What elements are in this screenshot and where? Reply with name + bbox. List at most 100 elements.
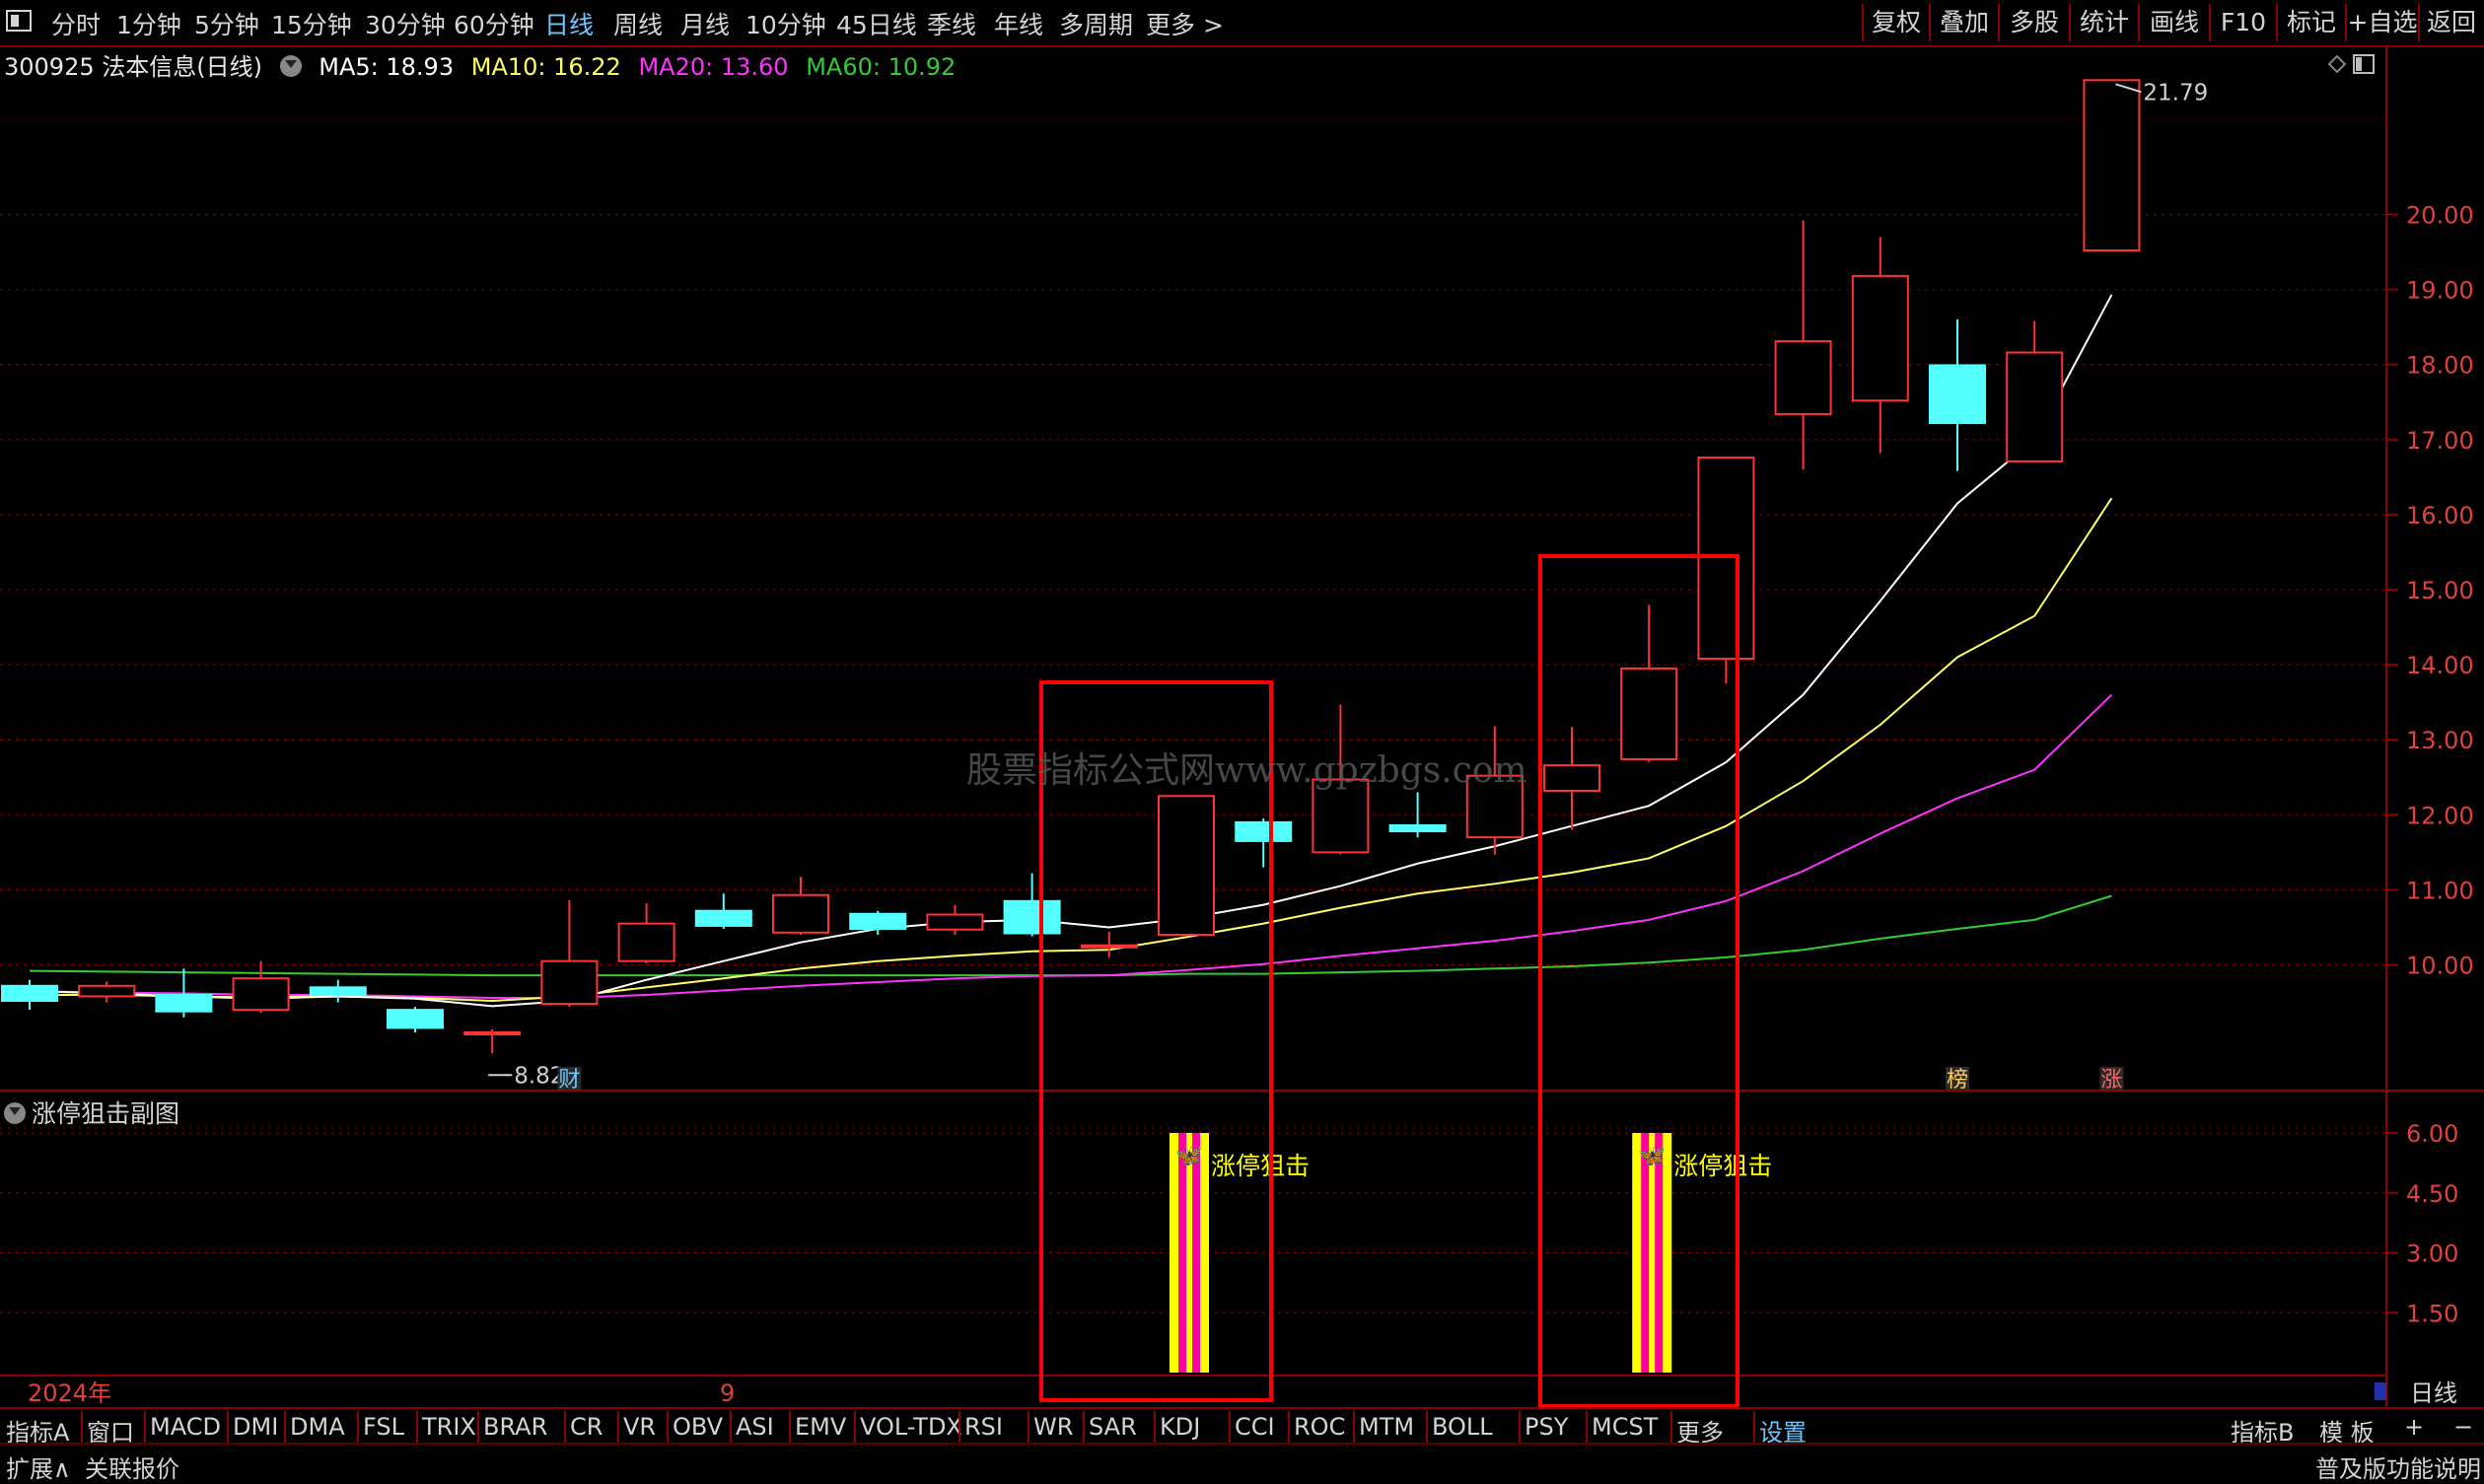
period-tab-6[interactable]: 日线	[544, 6, 594, 41]
indicator-tab-19[interactable]: ROC	[1294, 1413, 1345, 1441]
indicator-tab-14[interactable]: RSI	[964, 1413, 1003, 1441]
diamond-icon[interactable]	[2327, 54, 2347, 74]
candle-body[interactable]	[540, 959, 599, 1006]
candle-body[interactable]	[155, 993, 213, 1013]
period-tab-8[interactable]: 月线	[680, 6, 730, 41]
candle-body[interactable]	[1851, 274, 1909, 402]
candle-body[interactable]	[926, 913, 984, 931]
indicator-tab-23[interactable]: MCST	[1592, 1413, 1658, 1441]
edition-help-link[interactable]: 普及版功能说明	[2315, 1449, 2481, 1484]
candle-body[interactable]	[617, 922, 675, 962]
indicator-tab-4[interactable]: DMA	[290, 1413, 345, 1441]
candle-body[interactable]	[78, 984, 136, 998]
candle-body[interactable]	[772, 893, 829, 934]
toolbar-button-4[interactable]: 画线	[2138, 4, 2209, 41]
indicator-right-3[interactable]: −	[2453, 1413, 2473, 1441]
indicator-tab-7[interactable]: BRAR	[483, 1413, 547, 1441]
sub-tick-label: 6.00	[2406, 1120, 2458, 1148]
period-tab-14[interactable]: 更多 >	[1146, 6, 1224, 41]
period-label: 日线	[2410, 1379, 2457, 1407]
indicator-tab-17[interactable]: KDJ	[1160, 1413, 1200, 1441]
indicator-tab-3[interactable]: DMI	[233, 1413, 278, 1441]
tab-separator	[564, 1411, 566, 1443]
candlestick-chart[interactable]: 20.00 19.00 18.00 17.00 16.00 15.00 14.00 13.00…	[0, 45, 2484, 1407]
sub-tick-label: 3.00	[2406, 1240, 2458, 1268]
indicator-tab-15[interactable]: WR	[1033, 1413, 1073, 1441]
candle-body[interactable]	[849, 912, 907, 930]
candle-body[interactable]	[1003, 899, 1061, 935]
candle-body[interactable]	[1235, 820, 1293, 842]
sub-chart-title[interactable]: 涨停狙击副图	[4, 1095, 179, 1130]
candle-body[interactable]	[1543, 764, 1600, 792]
indicator-tab-22[interactable]: PSY	[1525, 1413, 1568, 1441]
toolbar-button-6[interactable]: 标记	[2276, 4, 2345, 41]
price-tick-label: 20.00	[2406, 202, 2474, 230]
indicator-tab-5[interactable]: FSL	[363, 1413, 404, 1441]
indicator-tab-21[interactable]: BOLL	[1432, 1413, 1493, 1441]
sub-dropdown-icon[interactable]	[4, 1102, 26, 1124]
tab-separator	[1519, 1411, 1521, 1443]
candle-body[interactable]	[387, 1009, 444, 1029]
period-tab-7[interactable]: 周线	[613, 6, 663, 41]
expand-button[interactable]: 扩展∧	[6, 1449, 71, 1484]
indicator-right-2[interactable]: +	[2404, 1413, 2424, 1441]
candle-body[interactable]	[1388, 823, 1447, 833]
toolbar-button-2[interactable]: 多股	[1998, 4, 2069, 41]
indicator-tab-11[interactable]: ASI	[736, 1413, 774, 1441]
indicator-tab-20[interactable]: MTM	[1359, 1413, 1414, 1441]
watermark: 股票指标公式网www.gpzbgs.com	[966, 750, 1527, 791]
candle-body[interactable]	[1080, 944, 1138, 949]
maximize-icon-fill	[2356, 57, 2362, 71]
period-tab-10[interactable]: 45日线	[836, 6, 917, 41]
period-tab-2[interactable]: 5分钟	[194, 6, 259, 41]
tab-separator	[1028, 1411, 1029, 1443]
indicator-tab-12[interactable]: EMV	[795, 1413, 846, 1441]
candle-body[interactable]	[694, 909, 752, 927]
period-tab-12[interactable]: 年线	[994, 6, 1043, 41]
toolbar-button-1[interactable]: 叠加	[1929, 4, 1998, 41]
candle-body[interactable]	[1929, 364, 1986, 425]
candle-body[interactable]	[1620, 667, 1678, 760]
period-tab-0[interactable]: 分时	[51, 6, 101, 41]
indicator-tab-6[interactable]: TRIX	[422, 1413, 476, 1441]
x-label-year: 2024年	[28, 1379, 111, 1407]
linked-quote-button[interactable]: 关联报价	[85, 1449, 179, 1484]
candle-body[interactable]	[1697, 457, 1755, 661]
period-tab-13[interactable]: 多周期	[1059, 6, 1133, 41]
candle-body[interactable]	[463, 1030, 522, 1035]
toolbar-button-3[interactable]: 统计	[2069, 4, 2138, 41]
period-tab-9[interactable]: 10分钟	[745, 6, 826, 41]
tab-separator	[1670, 1411, 1672, 1443]
candle-body[interactable]	[309, 986, 367, 996]
signal-bar-core	[1186, 1133, 1192, 1373]
period-tab-3[interactable]: 15分钟	[271, 6, 352, 41]
candle-body[interactable]	[2083, 79, 2141, 252]
indicator-tab-16[interactable]: SAR	[1089, 1413, 1137, 1441]
period-tab-1[interactable]: 1分钟	[116, 6, 181, 41]
indicator-tab-10[interactable]: OBV	[673, 1413, 723, 1441]
toolbar-button-8[interactable]: 返回	[2418, 4, 2483, 41]
indicator-tab-18[interactable]: CCI	[1235, 1413, 1275, 1441]
tab-separator	[357, 1411, 359, 1443]
period-tab-5[interactable]: 60分钟	[454, 6, 534, 41]
indicator-tab-13[interactable]: VOL-TDX	[860, 1413, 962, 1441]
indicator-tab-2[interactable]: MACD	[150, 1413, 221, 1441]
period-tab-11[interactable]: 季线	[927, 6, 976, 41]
toolbar-button-5[interactable]: F10	[2209, 4, 2276, 41]
low-label: 8.82	[514, 1063, 564, 1089]
candle-body[interactable]	[2006, 351, 2064, 462]
candle-body[interactable]	[232, 977, 290, 1012]
candle-body[interactable]	[1774, 340, 1832, 415]
price-tick-label: 16.00	[2406, 502, 2474, 530]
indicator-tab-9[interactable]: VR	[623, 1413, 656, 1441]
period-tab-4[interactable]: 30分钟	[365, 6, 446, 41]
candle-body[interactable]	[1158, 795, 1215, 937]
indicator-tab-8[interactable]: CR	[570, 1413, 603, 1441]
price-tick-label: 15.00	[2406, 577, 2474, 604]
candle-body[interactable]	[1, 984, 58, 1003]
tab-separator	[1353, 1411, 1355, 1443]
toolbar-button-7[interactable]: +自选	[2345, 4, 2418, 41]
window-toggle-icon[interactable]	[6, 10, 32, 32]
scroll-handle[interactable]	[2375, 1382, 2386, 1400]
toolbar-button-0[interactable]: 复权	[1862, 4, 1929, 41]
